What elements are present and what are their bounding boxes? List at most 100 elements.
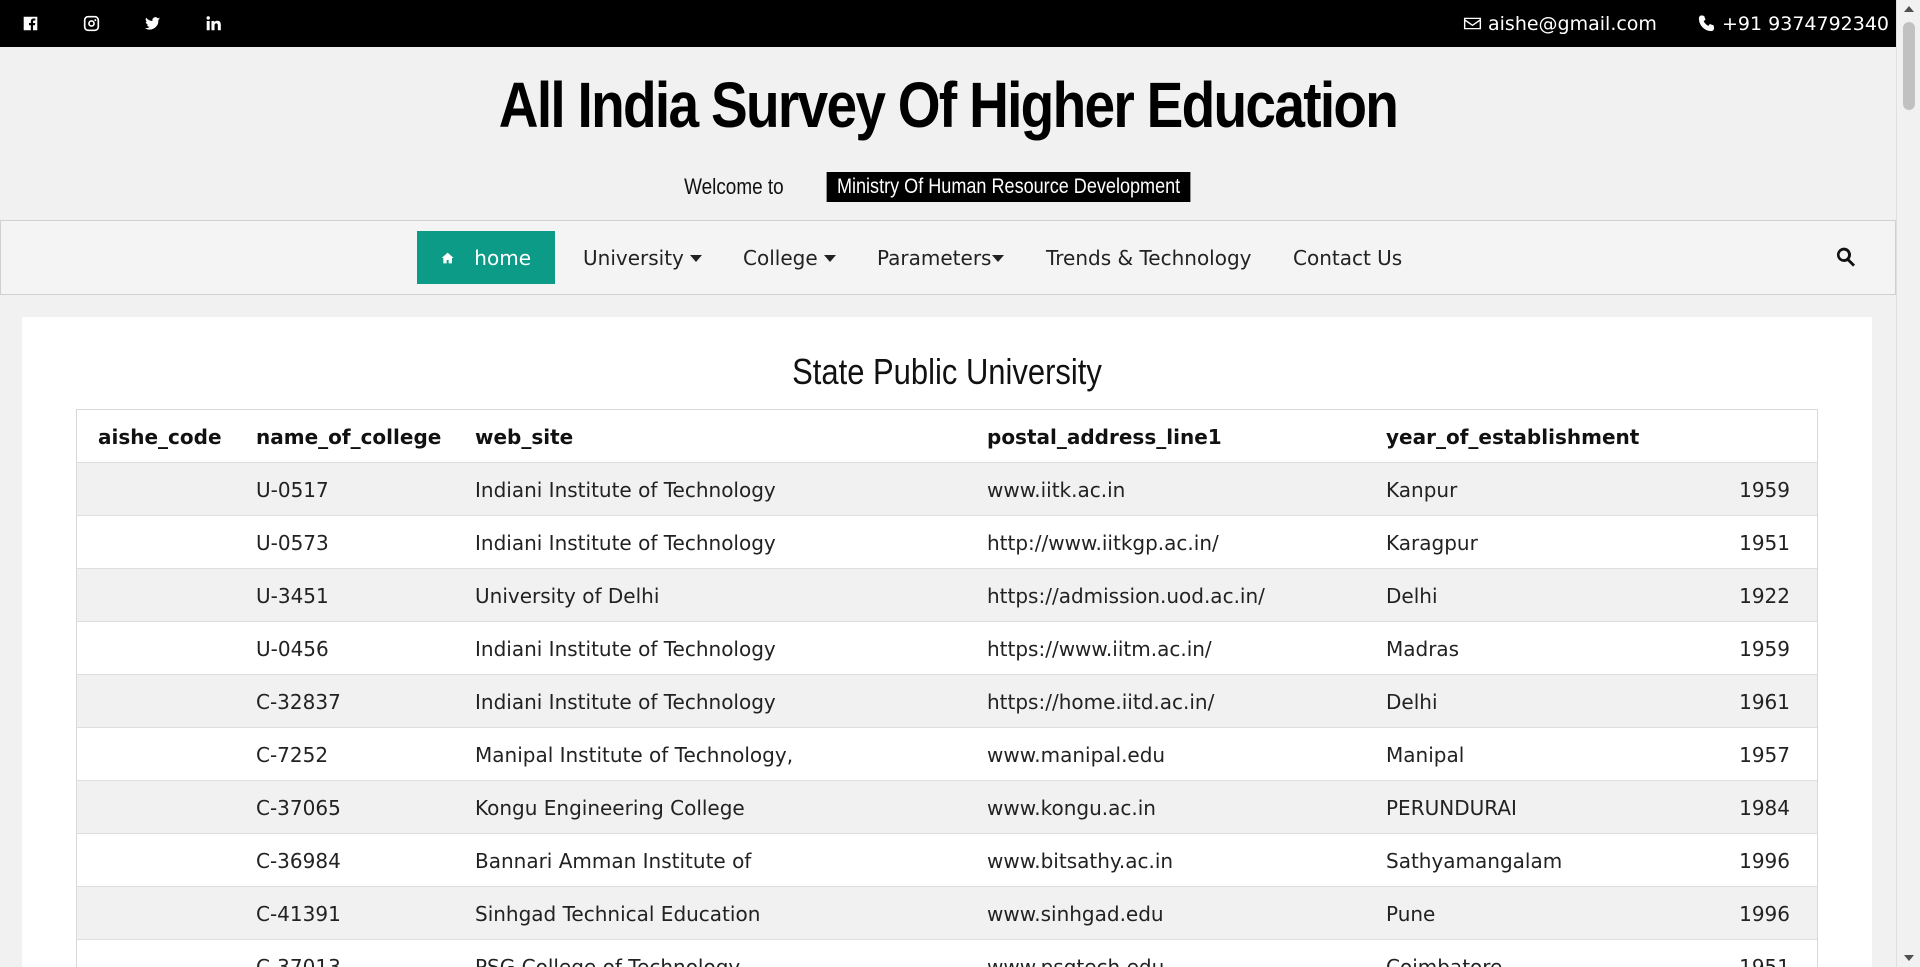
main-navbar: home University College Parameters Trend… <box>0 220 1896 295</box>
phone-text: +91 9374792340 <box>1722 12 1890 35</box>
table-cell-site[interactable]: www.kongu.ac.in <box>987 781 1156 834</box>
table-cell-address: Manipal <box>1386 742 1465 767</box>
table-cell-code: C-41391 <box>256 901 341 926</box>
table-cell-year: 1951 <box>1739 954 1790 967</box>
welcome-text: Welcome to <box>683 174 784 199</box>
table-row: C-7252 Manipal Institute of Technology, ww… <box>77 728 1817 781</box>
caret-down-icon <box>689 254 702 262</box>
email-text: aishe@gmail.com <box>1488 12 1657 35</box>
nav-university-label: University <box>583 246 684 270</box>
twitter-icon[interactable] <box>137 0 167 47</box>
table-cell-code: U-0456 <box>256 636 329 661</box>
nav-university[interactable]: University <box>583 232 702 284</box>
table-row: C-41391 Sinhgad Technical Education www.si… <box>77 887 1817 940</box>
table-header: aishe_code name_of_college web_site post… <box>77 410 1817 463</box>
table-cell-code: U-0517 <box>256 477 329 502</box>
nav-parameters[interactable]: Parameters <box>877 232 1005 284</box>
page-scrollbar[interactable] <box>1896 0 1920 967</box>
linkedin-icon[interactable] <box>198 0 228 47</box>
table-cell-name: Bannari Amman Institute of <box>475 848 752 873</box>
nav-college[interactable]: College <box>743 232 836 284</box>
caret-down-icon <box>992 254 1005 262</box>
table-cell-site[interactable]: www.sinhgad.edu <box>987 887 1164 940</box>
table-cell-year: 1984 <box>1739 795 1790 820</box>
table-cell-name: Indiani Institute of Technology <box>475 689 776 714</box>
instagram-icon[interactable] <box>76 0 106 47</box>
table-cell-name: Kongu Engineering College <box>475 795 745 820</box>
column-header[interactable]: postal_address_line1 <box>987 410 1222 463</box>
scroll-up-arrow-icon[interactable] <box>1904 6 1914 12</box>
envelope-icon <box>1463 17 1482 30</box>
table-cell-code: C-37065 <box>256 795 341 820</box>
ministry-badge: Ministry Of Human Resource Development <box>826 172 1191 202</box>
scrollbar-thumb[interactable] <box>1903 22 1915 110</box>
table-cell-site[interactable]: http://www.iitkgp.ac.in/ <box>987 516 1219 569</box>
table-body: U-0517 Indiani Institute of Technology www… <box>77 463 1817 967</box>
home-icon <box>441 252 454 263</box>
column-header[interactable]: aishe_code <box>98 410 222 463</box>
search-icon[interactable] <box>1835 246 1859 270</box>
site-title: All India Survey Of Higher Education <box>498 69 1399 141</box>
table-cell-address: Karagpur <box>1386 530 1478 555</box>
scroll-down-arrow-icon[interactable] <box>1904 955 1914 961</box>
table-cell-name: University of Delhi <box>475 583 660 608</box>
table-cell-year: 1922 <box>1739 583 1790 608</box>
column-header[interactable]: year_of_establishment <box>1386 410 1639 463</box>
table-cell-site[interactable]: www.psgtech.edu <box>987 940 1164 967</box>
table-cell-address: Delhi <box>1386 689 1438 714</box>
caret-down-icon <box>823 254 836 262</box>
table-cell-name: Sinhgad Technical Education <box>475 901 761 926</box>
table-cell-year: 1996 <box>1739 901 1790 926</box>
nav-contact-label: Contact Us <box>1293 246 1403 270</box>
table-cell-site[interactable]: www.bitsathy.ac.in <box>987 834 1173 887</box>
table-cell-address: Pune <box>1386 901 1436 926</box>
table-cell-site[interactable]: https://admission.uod.ac.in/ <box>987 569 1265 622</box>
table-cell-code: U-0573 <box>256 530 329 555</box>
table-row: U-3451 University of Delhi https://admissi… <box>77 569 1817 622</box>
nav-trends[interactable]: Trends & Technology <box>1046 232 1252 284</box>
nav-home[interactable]: home <box>417 231 555 284</box>
content-card: State Public University aishe_code name_… <box>22 317 1872 967</box>
table-cell-code: U-3451 <box>256 583 329 608</box>
page-title: State Public University <box>792 351 1102 392</box>
table-row: U-0573 Indiani Institute of Technology htt… <box>77 516 1817 569</box>
table-row: U-0517 Indiani Institute of Technology www… <box>77 463 1817 516</box>
table-cell-code: C-7252 <box>256 742 329 767</box>
table-row: C-37065 Kongu Engineering College www.kong… <box>77 781 1817 834</box>
table-cell-code: C-36984 <box>256 848 341 873</box>
column-header[interactable]: name_of_college <box>256 410 441 463</box>
table-cell-name: PSG College of Technology <box>475 954 741 967</box>
table-cell-name: Manipal Institute of Technology, <box>475 742 794 767</box>
table-cell-year: 1959 <box>1739 636 1790 661</box>
nav-college-label: College <box>743 246 818 270</box>
table-cell-address: Coimbatore <box>1386 954 1503 967</box>
table-row: C-37013 PSG College of Technology www.psgt… <box>77 940 1817 967</box>
table-cell-name: Indiani Institute of Technology <box>475 530 776 555</box>
column-header[interactable]: web_site <box>475 410 573 463</box>
table-cell-year: 1996 <box>1739 848 1790 873</box>
phone-icon <box>1698 15 1715 32</box>
email-contact[interactable]: aishe@gmail.com <box>1463 0 1657 47</box>
table-cell-address: Delhi <box>1386 583 1438 608</box>
table-cell-name: Indiani Institute of Technology <box>475 636 776 661</box>
table-cell-site[interactable]: https://www.iitm.ac.in/ <box>987 622 1212 675</box>
table-cell-year: 1961 <box>1739 689 1790 714</box>
table-cell-site[interactable]: www.manipal.edu <box>987 728 1165 781</box>
nav-parameters-label: Parameters <box>877 246 992 270</box>
table-row: U-0456 Indiani Institute of Technology htt… <box>77 622 1817 675</box>
top-bar: aishe@gmail.com +91 9374792340 <box>0 0 1896 47</box>
welcome-row: Welcome to Ministry Of Human Resource De… <box>0 172 1896 202</box>
phone-contact[interactable]: +91 9374792340 <box>1697 0 1889 47</box>
table-cell-site[interactable]: www.iitk.ac.in <box>987 463 1125 516</box>
table-cell-address: Sathyamangalam <box>1386 848 1563 873</box>
facebook-icon[interactable] <box>15 0 45 47</box>
universities-table: aishe_code name_of_college web_site post… <box>76 409 1818 967</box>
table-row: C-32837 Indiani Institute of Technology ht… <box>77 675 1817 728</box>
table-cell-site[interactable]: https://home.iitd.ac.in/ <box>987 675 1214 728</box>
table-cell-address: Madras <box>1386 636 1460 661</box>
nav-trends-label: Trends & Technology <box>1046 246 1252 270</box>
nav-home-label: home <box>474 245 531 270</box>
table-cell-year: 1957 <box>1739 742 1790 767</box>
table-cell-address: Kanpur <box>1386 477 1458 502</box>
nav-contact[interactable]: Contact Us <box>1293 232 1402 284</box>
